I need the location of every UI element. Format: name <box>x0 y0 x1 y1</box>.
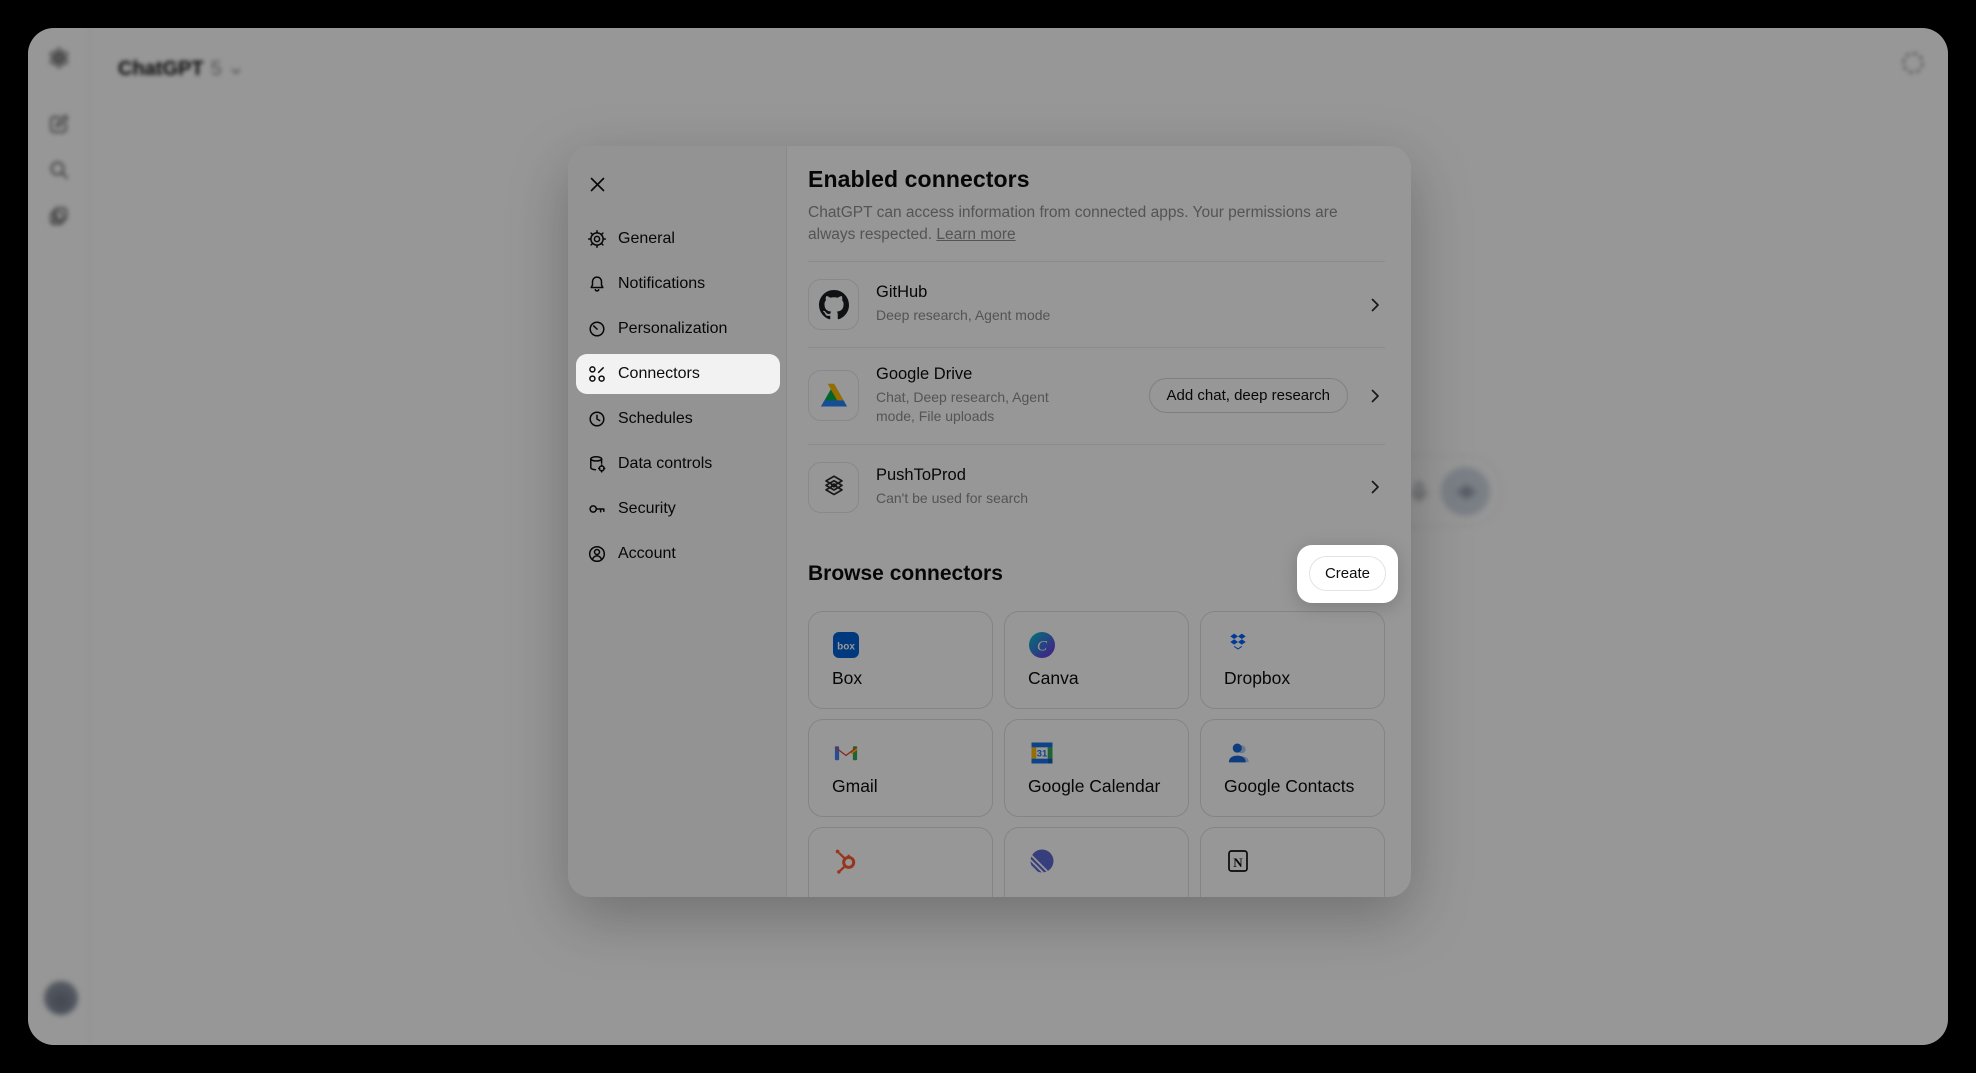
nav-label: Connectors <box>618 365 700 383</box>
tour-overlay <box>28 28 1948 1045</box>
nodes-icon <box>587 364 607 384</box>
nav-item-connectors[interactable]: Connectors <box>576 354 780 394</box>
app-window: ChatGPT 5 <box>28 28 1948 1045</box>
create-button[interactable]: Create <box>1309 556 1386 591</box>
create-spotlight: Create <box>1297 545 1398 603</box>
